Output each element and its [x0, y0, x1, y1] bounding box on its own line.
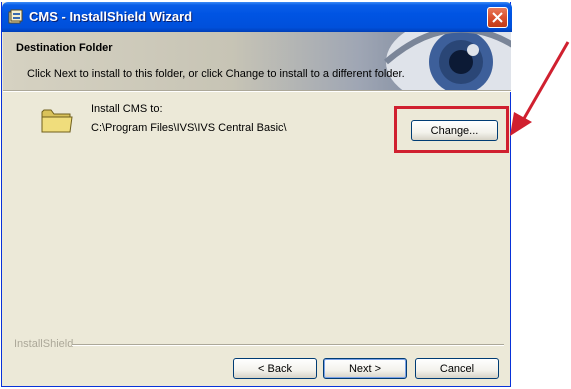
installer-app-icon — [8, 9, 23, 24]
wizard-header: Destination Folder Click Next to install… — [3, 32, 511, 90]
folder-icon — [41, 109, 73, 133]
installer-window: CMS - InstallShield Wizard Destination F… — [1, 2, 512, 387]
cancel-button[interactable]: Cancel — [415, 358, 499, 379]
install-path: C:\Program Files\IVS\IVS Central Basic\ — [91, 122, 287, 134]
title-bar[interactable]: CMS - InstallShield Wizard — [2, 2, 512, 32]
window-title: CMS - InstallShield Wizard — [29, 9, 193, 24]
next-button[interactable]: Next > — [323, 358, 407, 379]
installshield-brand-label: InstallShield — [14, 338, 74, 350]
red-arrow-annotation — [510, 41, 570, 136]
highlight-box — [394, 106, 509, 153]
eye-graphic — [384, 32, 511, 90]
close-icon — [492, 12, 503, 23]
header-divider — [3, 90, 511, 92]
close-button[interactable] — [487, 7, 508, 28]
page-title: Destination Folder — [16, 42, 113, 54]
back-button[interactable]: < Back — [233, 358, 317, 379]
footer-divider — [72, 344, 504, 346]
install-location-label: Install CMS to: — [91, 103, 163, 115]
page-description: Click Next to install to this folder, or… — [27, 68, 405, 80]
